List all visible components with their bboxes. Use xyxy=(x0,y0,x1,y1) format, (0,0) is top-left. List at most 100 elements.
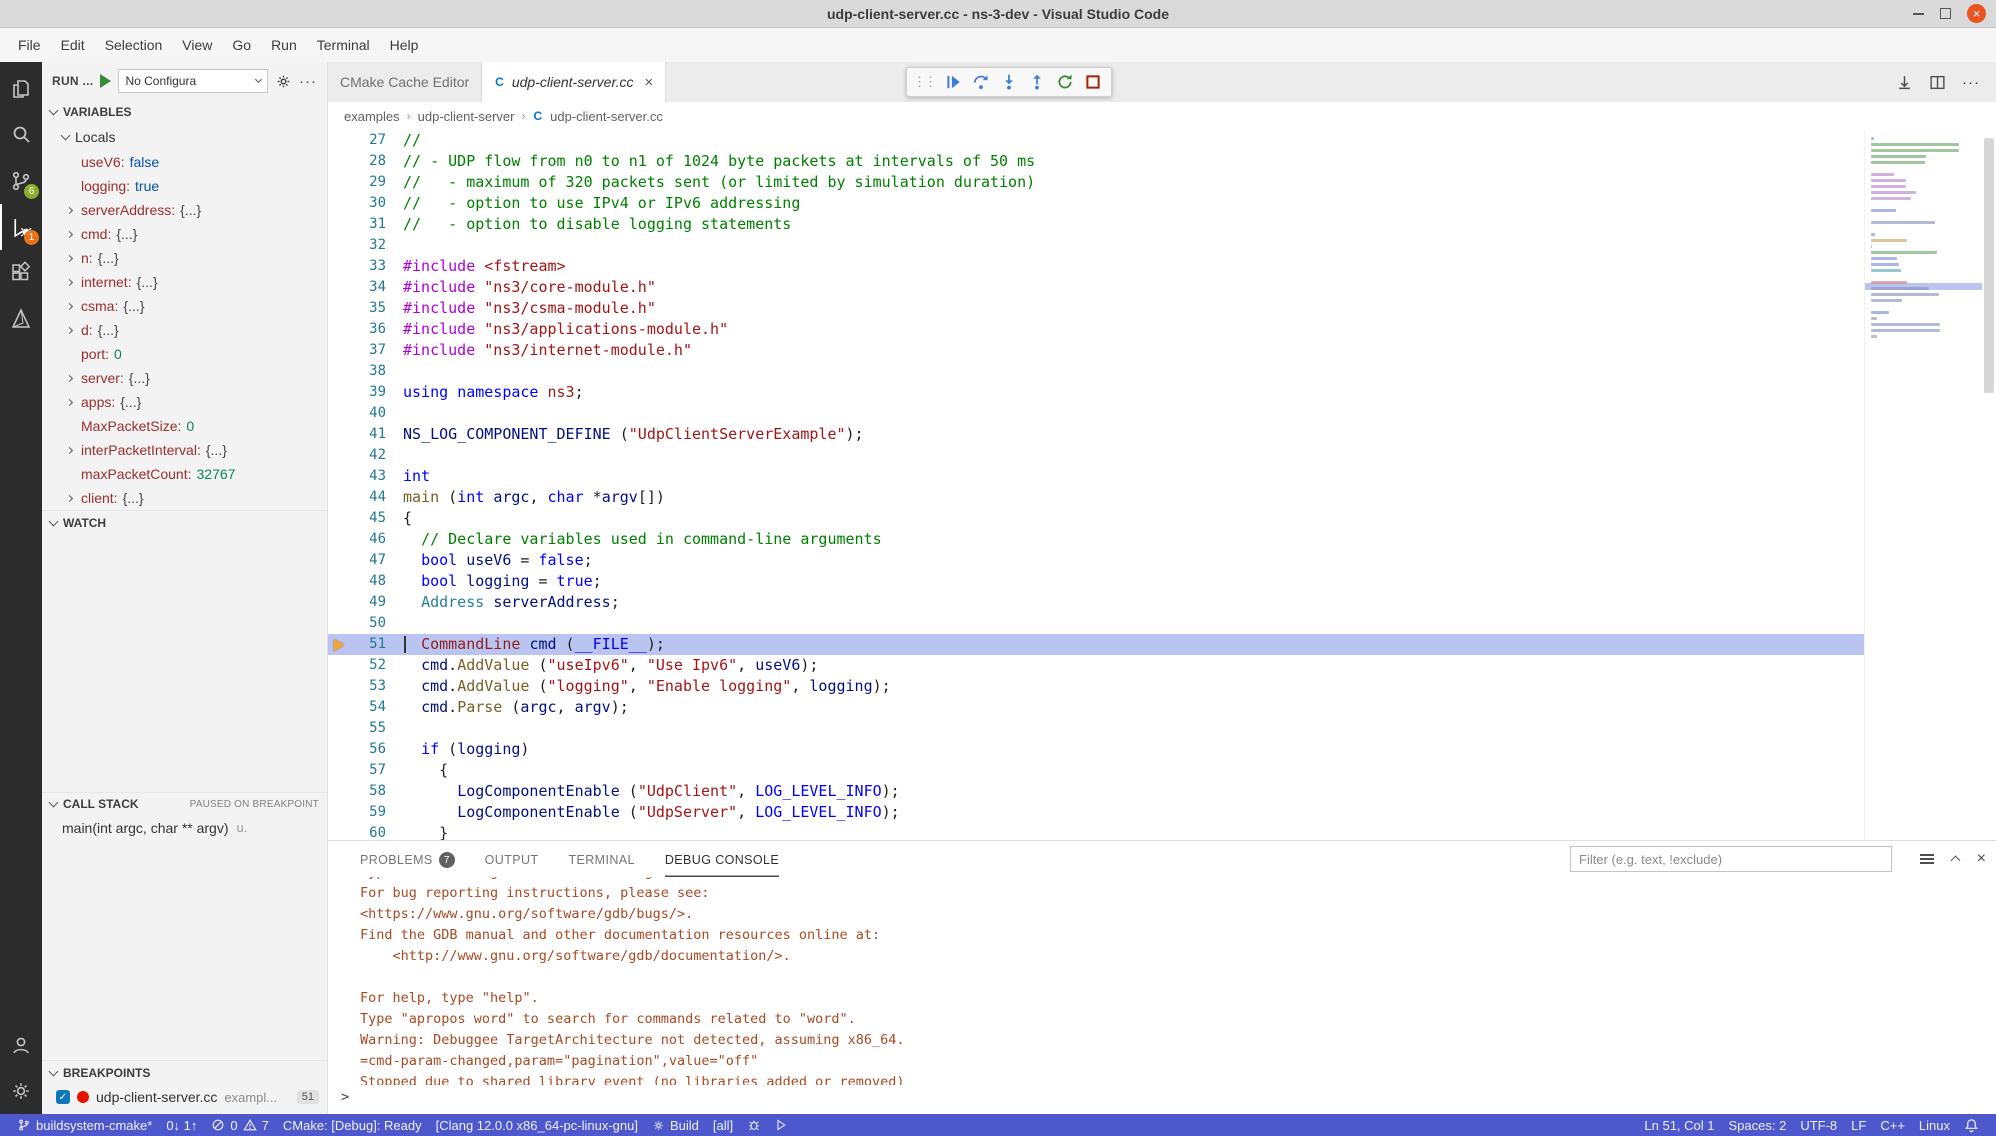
code-line[interactable]: 57 { xyxy=(328,760,1864,781)
gutter-glyph-margin[interactable] xyxy=(328,403,350,424)
search-icon[interactable] xyxy=(0,112,42,158)
menu-file[interactable]: File xyxy=(8,32,51,58)
code-line[interactable]: 47 bool useV6 = false; xyxy=(328,550,1864,571)
maximize-panel-icon[interactable] xyxy=(1950,856,1960,866)
code-line[interactable]: 30// - option to use IPv4 or IPv6 addres… xyxy=(328,193,1864,214)
source-control-icon[interactable]: 6 xyxy=(0,158,42,204)
code-line[interactable]: 59 LogComponentEnable ("UdpServer", LOG_… xyxy=(328,802,1864,823)
cmake-icon[interactable] xyxy=(0,296,42,342)
breakpoint-checkbox[interactable]: ✓ xyxy=(56,1090,70,1104)
gutter-glyph-margin[interactable] xyxy=(328,424,350,445)
menu-help[interactable]: Help xyxy=(380,32,429,58)
code-line[interactable]: 32 xyxy=(328,235,1864,256)
gutter-glyph-margin[interactable] xyxy=(328,655,350,676)
code-line[interactable]: 33#include <fstream> xyxy=(328,256,1864,277)
menu-run[interactable]: Run xyxy=(261,32,307,58)
gutter-glyph-margin[interactable] xyxy=(328,823,350,840)
variable-row[interactable]: internet:{...} xyxy=(42,270,327,294)
code-line[interactable]: 48 bool logging = true; xyxy=(328,571,1864,592)
debug-config-select[interactable]: No Configura xyxy=(118,69,268,93)
restart-button[interactable] xyxy=(1052,69,1078,95)
gutter-glyph-margin[interactable] xyxy=(328,172,350,193)
gutter-glyph-margin[interactable] xyxy=(328,361,350,382)
variable-row[interactable]: MaxPacketSize:0 xyxy=(42,414,327,438)
minimap[interactable] xyxy=(1864,130,1982,840)
code-line[interactable]: 41NS_LOG_COMPONENT_DEFINE ("UdpClientSer… xyxy=(328,424,1864,445)
code-line[interactable]: 46 // Declare variables used in command-… xyxy=(328,529,1864,550)
breadcrumb-item-examples[interactable]: examples xyxy=(344,109,400,124)
gutter-glyph-margin[interactable] xyxy=(328,340,350,361)
open-changes-icon[interactable] xyxy=(1896,74,1913,91)
gutter-glyph-margin[interactable] xyxy=(328,277,350,298)
notifications-bell-icon[interactable] xyxy=(1957,1118,1986,1133)
gutter-glyph-margin[interactable] xyxy=(328,739,350,760)
gutter-glyph-margin[interactable] xyxy=(328,613,350,634)
code-line[interactable]: 50 xyxy=(328,613,1864,634)
build-target-item[interactable]: [all] xyxy=(706,1118,740,1133)
code-line[interactable]: 52 cmd.AddValue ("useIpv6", "Use Ipv6", … xyxy=(328,655,1864,676)
gutter-glyph-margin[interactable] xyxy=(328,697,350,718)
gutter-glyph-margin[interactable] xyxy=(328,508,350,529)
menu-selection[interactable]: Selection xyxy=(95,32,173,58)
indentation-item[interactable]: Spaces: 2 xyxy=(1722,1118,1794,1133)
code-line[interactable]: 35#include "ns3/csma-module.h" xyxy=(328,298,1864,319)
gutter-glyph-margin[interactable] xyxy=(328,592,350,613)
code-line[interactable]: 56 if (logging) xyxy=(328,739,1864,760)
tab-udp-client-server[interactable]: C udp-client-server.cc × xyxy=(482,62,666,102)
tab-cmake-cache-editor[interactable]: CMake Cache Editor xyxy=(328,62,482,102)
code-line[interactable]: 49 Address serverAddress; xyxy=(328,592,1864,613)
watch-section-header[interactable]: WATCH xyxy=(42,510,327,534)
gutter-glyph-margin[interactable] xyxy=(328,487,350,508)
menu-terminal[interactable]: Terminal xyxy=(307,32,380,58)
gutter-glyph-margin[interactable] xyxy=(328,151,350,172)
stack-frame-row[interactable]: main(int argc, char ** argv) u. xyxy=(42,816,327,840)
cmake-build-item[interactable]: Build xyxy=(645,1118,706,1133)
variable-row[interactable]: interPacketInterval:{...} xyxy=(42,438,327,462)
git-sync-item[interactable]: 0↓ 1↑ xyxy=(159,1118,204,1133)
start-debug-icon[interactable] xyxy=(100,74,111,88)
os-item[interactable]: Linux xyxy=(1912,1118,1957,1133)
variable-row[interactable]: csma:{...} xyxy=(42,294,327,318)
code-line[interactable]: 42 xyxy=(328,445,1864,466)
cmake-kit-item[interactable]: [Clang 12.0.0 x86_64-pc-linux-gnu] xyxy=(429,1118,645,1133)
run-and-debug-icon[interactable]: 1 xyxy=(0,204,42,250)
encoding-item[interactable]: UTF-8 xyxy=(1793,1118,1844,1133)
drag-handle-icon[interactable]: ⋮⋮ xyxy=(912,75,938,90)
breadcrumb-item-file[interactable]: udp-client-server.cc xyxy=(550,109,663,124)
console-prompt[interactable]: > xyxy=(328,1085,1996,1114)
code-line[interactable]: 44main (int argc, char *argv[]) xyxy=(328,487,1864,508)
gutter-glyph-margin[interactable] xyxy=(328,319,350,340)
code-line[interactable]: 39using namespace ns3; xyxy=(328,382,1864,403)
variable-row[interactable]: apps:{...} xyxy=(42,390,327,414)
code-line[interactable]: 55 xyxy=(328,718,1864,739)
editor-scrollbar[interactable] xyxy=(1982,130,1996,840)
code-line[interactable]: 43int xyxy=(328,466,1864,487)
variable-row[interactable]: d:{...} xyxy=(42,318,327,342)
breadcrumb-item-folder[interactable]: udp-client-server xyxy=(418,109,515,124)
code-line[interactable]: 28// - UDP flow from n0 to n1 of 1024 by… xyxy=(328,151,1864,172)
step-out-button[interactable] xyxy=(1024,69,1050,95)
code-line[interactable]: 53 cmd.AddValue ("logging", "Enable logg… xyxy=(328,676,1864,697)
stop-button[interactable] xyxy=(1080,69,1106,95)
gutter-glyph-margin[interactable] xyxy=(328,445,350,466)
variable-row[interactable]: n:{...} xyxy=(42,246,327,270)
code-line[interactable]: 36#include "ns3/applications-module.h" xyxy=(328,319,1864,340)
cmake-status-item[interactable]: CMake: [Debug]: Ready xyxy=(276,1118,429,1133)
call-stack-section-header[interactable]: CALL STACK PAUSED ON BREAKPOINT xyxy=(42,792,327,816)
gutter-glyph-margin[interactable] xyxy=(328,760,350,781)
locals-scope-row[interactable]: Locals xyxy=(42,124,327,150)
breakpoints-section-header[interactable]: BREAKPOINTS xyxy=(42,1060,327,1084)
variable-row[interactable]: server:{...} xyxy=(42,366,327,390)
code-line[interactable]: 38 xyxy=(328,361,1864,382)
debug-console[interactable]: Type "show configuration" for configurat… xyxy=(328,877,1996,1114)
console-filter-input[interactable] xyxy=(1570,846,1892,872)
git-branch-item[interactable]: buildsystem-cmake* xyxy=(10,1118,159,1133)
variable-row[interactable]: logging:true xyxy=(42,174,327,198)
code-line[interactable]: 29// - maximum of 320 packets sent (or l… xyxy=(328,172,1864,193)
gutter-glyph-margin[interactable] xyxy=(328,235,350,256)
eol-item[interactable]: LF xyxy=(1844,1118,1873,1133)
gutter-glyph-margin[interactable] xyxy=(328,571,350,592)
variable-row[interactable]: useV6:false xyxy=(42,150,327,174)
close-window-icon[interactable]: × xyxy=(1967,4,1986,23)
code-line[interactable]: 45{ xyxy=(328,508,1864,529)
